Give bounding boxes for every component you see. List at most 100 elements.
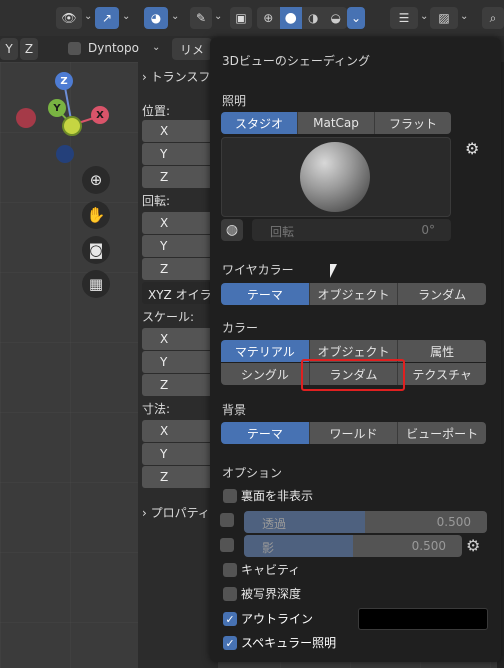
location-y-field[interactable]: Y (142, 143, 212, 165)
background-selector: テーマ ワールド ビューポート (221, 422, 486, 444)
rendered-shading-icon[interactable]: ◒ (325, 7, 348, 29)
gizmo-y-axis[interactable]: Y (48, 99, 66, 117)
search-icon[interactable]: ⌕ (482, 7, 504, 29)
axis-y-button[interactable]: Y (0, 38, 18, 60)
gizmo-toggle-icon[interactable]: ↗ (95, 7, 119, 29)
color-texture-button[interactable]: テクスチャ (398, 363, 486, 385)
rotation-y-field[interactable]: Y (142, 235, 212, 257)
pan-hand-icon[interactable]: ✋ (82, 201, 110, 229)
dimensions-z-field[interactable]: Z (142, 466, 212, 488)
material-shading-icon[interactable]: ◑ (302, 7, 325, 29)
zoom-icon[interactable]: ⊕ (82, 166, 110, 194)
xray-checkbox[interactable] (220, 513, 234, 527)
transform-title: トランスフ (150, 70, 211, 84)
wire-color-selector: テーマ オブジェクト ランダム (221, 283, 486, 305)
mouse-cursor (330, 264, 337, 278)
properties-header[interactable]: › プロパティ (142, 504, 210, 521)
shadow-slider-fill (244, 535, 353, 557)
editor-type-icon[interactable]: ☰ (390, 7, 418, 29)
overlay-toggle-icon[interactable]: ◕ (144, 7, 168, 29)
xray-slider[interactable]: 透過 0.500 (244, 511, 487, 533)
shadow-checkbox[interactable] (220, 538, 234, 552)
solid-shading-icon[interactable]: ● (279, 7, 302, 29)
chevron-down-icon[interactable]: ⌄ (122, 11, 130, 22)
chevron-down-icon[interactable]: ⌄ (214, 11, 222, 22)
color-attribute-button[interactable]: 属性 (398, 340, 486, 362)
gizmo-x-axis[interactable]: X (91, 106, 109, 124)
grid-projection-icon[interactable]: ▦ (82, 270, 110, 298)
studio-light-preview[interactable] (221, 137, 451, 217)
chevron-down-icon[interactable]: ⌄ (460, 11, 468, 22)
lighting-flat-button[interactable]: フラット (375, 112, 451, 134)
axis-label: X (160, 424, 169, 438)
wire-theme-button[interactable]: テーマ (221, 283, 310, 305)
remesh-button[interactable]: リメ (172, 38, 212, 60)
rotation-z-field[interactable]: Z (142, 258, 212, 280)
xray-toggle-icon[interactable]: ▣ (230, 7, 252, 29)
lighting-studio-button[interactable]: スタジオ (221, 112, 298, 134)
backface-culling-checkbox[interactable] (223, 489, 237, 503)
shading-popover: 3Dビューのシェーディング 照明 スタジオ MatCap フラット ⚙ ◍ 回転… (210, 38, 501, 662)
scale-y-field[interactable]: Y (142, 351, 212, 373)
shadow-label: 影 (262, 541, 275, 555)
specular-checkbox[interactable]: ✓ (223, 636, 237, 650)
dimensions-x-field[interactable]: X (142, 420, 212, 442)
axis-z-button[interactable]: Z (20, 38, 38, 60)
image-icon[interactable]: ▨ (430, 7, 458, 29)
location-z-field[interactable]: Z (142, 166, 212, 188)
lighting-matcap-button[interactable]: MatCap (298, 112, 375, 134)
background-viewport-button[interactable]: ビューポート (398, 422, 486, 444)
wireframe-shading-icon[interactable]: ⊕ (257, 7, 280, 29)
color-material-button[interactable]: マテリアル (221, 340, 310, 362)
shading-popover-chevron-icon[interactable]: ⌄ (347, 7, 365, 29)
shading-mode-group: ⊕ ● ◑ ◒ (257, 7, 347, 29)
gizmo-neg-y[interactable] (62, 116, 82, 136)
camera-icon[interactable]: ◙ (82, 236, 110, 264)
outline-label: アウトライン (241, 612, 314, 626)
wire-random-button[interactable]: ランダム (398, 283, 486, 305)
preferences-gear-icon[interactable]: ⚙ (465, 139, 479, 158)
options-label: オプション (222, 466, 283, 480)
scale-z-field[interactable]: Z (142, 374, 212, 396)
lighting-label: 照明 (222, 94, 247, 108)
dyntopo-label: Dyntopo (88, 41, 139, 55)
rotation-field-value: 0° (421, 223, 435, 237)
background-world-button[interactable]: ワールド (309, 422, 399, 444)
gizmo-z-axis[interactable]: Z (55, 72, 73, 90)
location-x-field[interactable]: X (142, 120, 212, 142)
rotation-x-field[interactable]: X (142, 212, 212, 234)
rotation-field[interactable]: 回転 0° (252, 219, 451, 241)
color-single-button[interactable]: シングル (221, 363, 310, 385)
shadow-settings-gear-icon[interactable]: ⚙ (466, 536, 480, 555)
chevron-down-icon[interactable]: ⌄ (420, 11, 428, 22)
scale-x-field[interactable]: X (142, 328, 212, 350)
xray-label: 透過 (262, 517, 287, 531)
dimensions-label: 寸法: (142, 402, 171, 416)
gizmo-neg-x[interactable] (16, 108, 36, 128)
backface-culling-label: 裏面を非表示 (241, 489, 314, 503)
dyntopo-checkbox[interactable] (68, 42, 81, 55)
wire-object-button[interactable]: オブジェクト (309, 283, 399, 305)
outline-color-swatch[interactable] (358, 608, 488, 630)
chevron-down-icon[interactable]: ⌄ (152, 42, 160, 53)
rotation-mode-dropdown[interactable]: XYZ オイラ (142, 282, 218, 304)
axis-label: Y (160, 147, 168, 161)
shadow-slider[interactable]: 影 0.500 (244, 535, 462, 557)
outline-checkbox[interactable]: ✓ (223, 612, 237, 626)
axis-label: Y (160, 447, 168, 461)
transform-header[interactable]: › トランスフ (142, 68, 210, 85)
cavity-checkbox[interactable] (223, 563, 237, 577)
dimensions-y-field[interactable]: Y (142, 443, 212, 465)
chevron-down-icon[interactable]: ⌄ (84, 11, 92, 22)
properties-title: プロパティ (150, 506, 210, 520)
view-object-types-icon[interactable]: 👁 (56, 7, 82, 29)
sidebar-panel: › トランスフ 位置: X Y Z 回転: X Y Z XYZ オイラ スケール… (138, 62, 218, 668)
world-space-lighting-icon[interactable]: ◍ (221, 219, 243, 241)
rotation-label: 回転: (142, 194, 171, 208)
dof-checkbox[interactable] (223, 587, 237, 601)
background-theme-button[interactable]: テーマ (221, 422, 310, 444)
chevron-down-icon[interactable]: ⌄ (171, 11, 179, 22)
color-label: カラー (222, 321, 259, 335)
sculpt-overlay-icon[interactable]: ✎ (190, 7, 212, 29)
gizmo-neg-z[interactable] (56, 145, 74, 163)
